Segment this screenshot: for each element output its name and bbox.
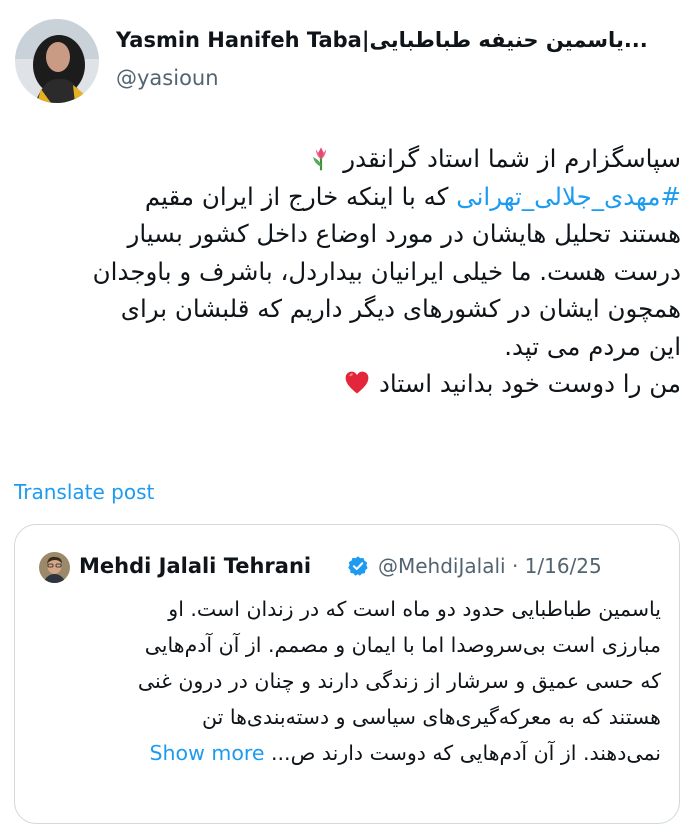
quote-line-3: که حسی عمیق و سرشار از زندگی دارند و چنا… [137,669,661,693]
tweet-line-5: همچون ایشان در کشورهای دیگر داریم که قلب… [120,294,681,323]
tulip-emoji-icon [313,147,327,171]
quote-line-2: مبارزی است بی‌سروصدا اما با ایمان و مصمم… [144,633,661,657]
author-display-name[interactable]: Yasmin Hanifeh Taba|یاسمین حنیفه طباطبای… [116,25,681,55]
translate-post-link[interactable]: Translate post [14,477,154,507]
show-more-link[interactable]: Show more [150,741,265,765]
tweet-line-3: هستند تحلیل هایشان در مورد اوضاع داخل کش… [127,219,681,248]
tweet-header: Yasmin Hanifeh Taba|یاسمین حنیفه طباطبای… [15,19,685,103]
tweet-line-4: درست هست. ما خیلی ایرانیان بیداردل، باشر… [92,256,681,286]
quoted-tweet-meta: @MehdiJalali · 1/16/25 [378,550,602,582]
quoted-tweet-card[interactable]: Mehdi Jalali Tehrani @MehdiJalali · 1/16… [14,524,680,824]
meta-separator: · [511,554,519,578]
quoted-tweet-date[interactable]: 1/16/25 [525,554,602,578]
quoted-author-avatar[interactable] [39,552,70,583]
quote-line-1: یاسمین طباطبایی حدود دو ماه است که در زن… [168,597,661,621]
quote-line-4: هستند که به معرکه‌گیری‌های سیاسی و دسته‌… [202,705,661,729]
tweet-line-6: این مردم می تپد. [504,331,681,361]
quoted-author-name[interactable]: Mehdi Jalali Tehrani [79,550,311,582]
quote-line-5: نمی‌دهند. از آن آدم‌هایی که دوست دارند ص… [149,741,661,765]
red-heart-emoji-icon [345,371,369,394]
quoted-tweet-text: یاسمین طباطبایی حدود دو ماه است که در زن… [21,591,661,771]
hashtag-link[interactable]: #مهدی_جلالی_تهرانی [456,182,681,211]
tweet-line-1: سپاسگزارم از شما استاد گرانقدر [11,140,681,178]
author-avatar[interactable] [15,19,99,103]
quoted-author-handle[interactable]: @MehdiJalali [378,554,506,578]
tweet-text: سپاسگزارم از شما استاد گرانقدر #مهدی_جلا… [11,140,681,403]
tweet-line-2: #مهدی_جلالی_تهرانی که با اینکه خارج از ا… [144,181,681,211]
tweet-line-7: من را دوست خود بدانید استاد [11,365,681,403]
author-handle[interactable]: @yasioun [116,63,219,93]
verified-badge-icon [348,556,368,576]
